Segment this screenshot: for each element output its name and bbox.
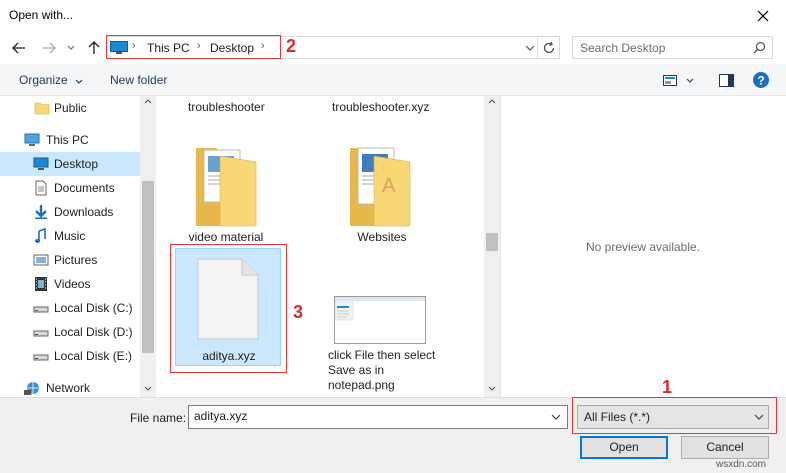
- drive-icon: [33, 330, 49, 337]
- drive-icon: [33, 354, 49, 361]
- preview-pane-icon[interactable]: [719, 74, 734, 87]
- pc-icon: [24, 133, 40, 146]
- annotation-box-3: [170, 244, 287, 373]
- image-thumbnail-icon: [334, 296, 426, 344]
- sidebar-item-local-disk-c[interactable]: Local Disk (C:): [0, 296, 140, 320]
- downloads-icon: [35, 205, 47, 219]
- sidebar-item-desktop[interactable]: Desktop: [0, 152, 140, 176]
- file-item-label[interactable]: troubleshooter: [168, 100, 288, 115]
- file-name-value: aditya.xyz: [194, 409, 248, 423]
- documents-icon: [35, 180, 47, 196]
- command-bar: Organize New folder ?: [0, 64, 786, 96]
- window-title: Open with...: [9, 8, 74, 22]
- file-item-video-material[interactable]: video material: [176, 140, 276, 248]
- search-icon: [753, 41, 766, 54]
- search-placeholder: Search Desktop: [580, 41, 666, 55]
- sidebar-item-label: Network: [46, 381, 91, 395]
- file-name-input[interactable]: aditya.xyz: [188, 405, 568, 429]
- search-input[interactable]: Search Desktop: [572, 36, 773, 59]
- sidebar-item-this-pc[interactable]: This PC: [0, 128, 140, 152]
- pictures-icon: [33, 254, 49, 266]
- chevron-down-icon[interactable]: [551, 414, 561, 420]
- refresh-icon[interactable]: [542, 41, 556, 55]
- file-item-label: Websites: [357, 230, 407, 244]
- sidebar-item-label: Local Disk (D:): [54, 325, 133, 339]
- title-bar: Open with...: [0, 0, 786, 32]
- scroll-down-icon[interactable]: [488, 386, 496, 391]
- sidebar-item-label: This PC: [46, 133, 89, 147]
- file-item-websites[interactable]: A Websites: [332, 140, 432, 248]
- cancel-button[interactable]: Cancel: [681, 436, 769, 459]
- sidebar-item-downloads[interactable]: Downloads: [0, 200, 140, 224]
- forward-button[interactable]: [38, 37, 60, 59]
- svg-text:?: ?: [757, 74, 764, 88]
- sidebar-item-label: Desktop: [54, 157, 99, 171]
- scroll-down-icon[interactable]: [144, 386, 152, 391]
- arrow-right-icon: [43, 42, 56, 54]
- organize-label: Organize: [19, 73, 68, 87]
- drive-icon: [33, 306, 49, 313]
- sidebar-item-local-disk-d[interactable]: Local Disk (D:): [0, 320, 140, 344]
- chevron-down-icon: [67, 45, 75, 50]
- sidebar-item-documents[interactable]: Documents: [0, 176, 140, 200]
- annotation-number-3: 3: [293, 302, 304, 322]
- file-name-label: File name:: [130, 411, 187, 425]
- address-dropdown-icon[interactable]: [525, 45, 535, 52]
- watermark-text: wsxdn.com: [716, 459, 767, 470]
- folder-icon: [196, 148, 257, 227]
- view-options-icon[interactable]: [663, 75, 677, 86]
- help-icon[interactable]: ?: [753, 72, 769, 88]
- open-button[interactable]: Open: [580, 436, 668, 459]
- network-icon: [24, 382, 39, 395]
- file-item-label: video material: [188, 230, 264, 244]
- annotation-number-2: 2: [286, 36, 297, 56]
- new-folder-button[interactable]: New folder: [110, 73, 167, 87]
- sidebar-scroll-thumb[interactable]: [142, 181, 154, 353]
- file-item-label: click File then select Save as in notepa…: [328, 348, 436, 392]
- sidebar-item-label: Music: [54, 229, 86, 243]
- annotation-box-1: [572, 397, 777, 434]
- file-item-notepad-png[interactable]: click File then select Save as in notepa…: [326, 292, 438, 396]
- scroll-up-icon[interactable]: [144, 99, 152, 104]
- up-button[interactable]: [84, 37, 104, 59]
- sidebar-item-label: Local Disk (C:): [54, 301, 133, 315]
- sidebar-item-label: Videos: [54, 277, 91, 291]
- annotation-number-1: 1: [662, 377, 673, 397]
- svg-text:A: A: [382, 175, 396, 197]
- chevron-down-icon[interactable]: [686, 78, 694, 83]
- sidebar-item-label: Public: [54, 101, 87, 115]
- music-icon: [35, 228, 46, 243]
- sidebar-item-label: Downloads: [54, 205, 114, 219]
- organize-button[interactable]: Organize: [19, 73, 83, 87]
- preview-message: No preview available.: [585, 240, 701, 254]
- sidebar-item-label: Documents: [54, 181, 115, 195]
- arrow-up-icon: [88, 41, 100, 54]
- file-list: troubleshooter troubleshooter.xyz video …: [156, 96, 484, 397]
- sidebar-item-videos[interactable]: Videos: [0, 272, 140, 296]
- sidebar-item-music[interactable]: Music: [0, 224, 140, 248]
- annotation-box-2: [106, 35, 281, 59]
- arrow-left-icon: [12, 42, 25, 54]
- videos-icon: [35, 277, 47, 291]
- close-icon: [757, 10, 769, 21]
- file-list-scroll-thumb[interactable]: [486, 233, 498, 251]
- scroll-up-icon[interactable]: [488, 99, 496, 104]
- desktop-icon: [33, 157, 49, 170]
- sidebar-item-label: Local Disk (E:): [54, 349, 133, 363]
- back-button[interactable]: [8, 37, 30, 59]
- folder-icon: A: [350, 147, 411, 227]
- sidebar-item-local-disk-e[interactable]: Local Disk (E:): [0, 344, 140, 368]
- divider: [537, 37, 538, 58]
- sidebar-item-label: Pictures: [54, 253, 98, 267]
- close-button[interactable]: [740, 0, 786, 31]
- recent-locations-button[interactable]: [64, 37, 78, 59]
- folder-icon: [34, 102, 50, 115]
- sidebar-item-pictures[interactable]: Pictures: [0, 248, 140, 272]
- sidebar-item-public[interactable]: Public: [0, 96, 140, 120]
- chevron-down-icon: [75, 79, 83, 84]
- navigation-row: › This PC › Desktop › 2 Search Desktop: [0, 32, 786, 64]
- file-item-label[interactable]: troubleshooter.xyz: [332, 100, 436, 115]
- navigation-pane: Public This PC Desktop Documents Downloa…: [0, 96, 156, 397]
